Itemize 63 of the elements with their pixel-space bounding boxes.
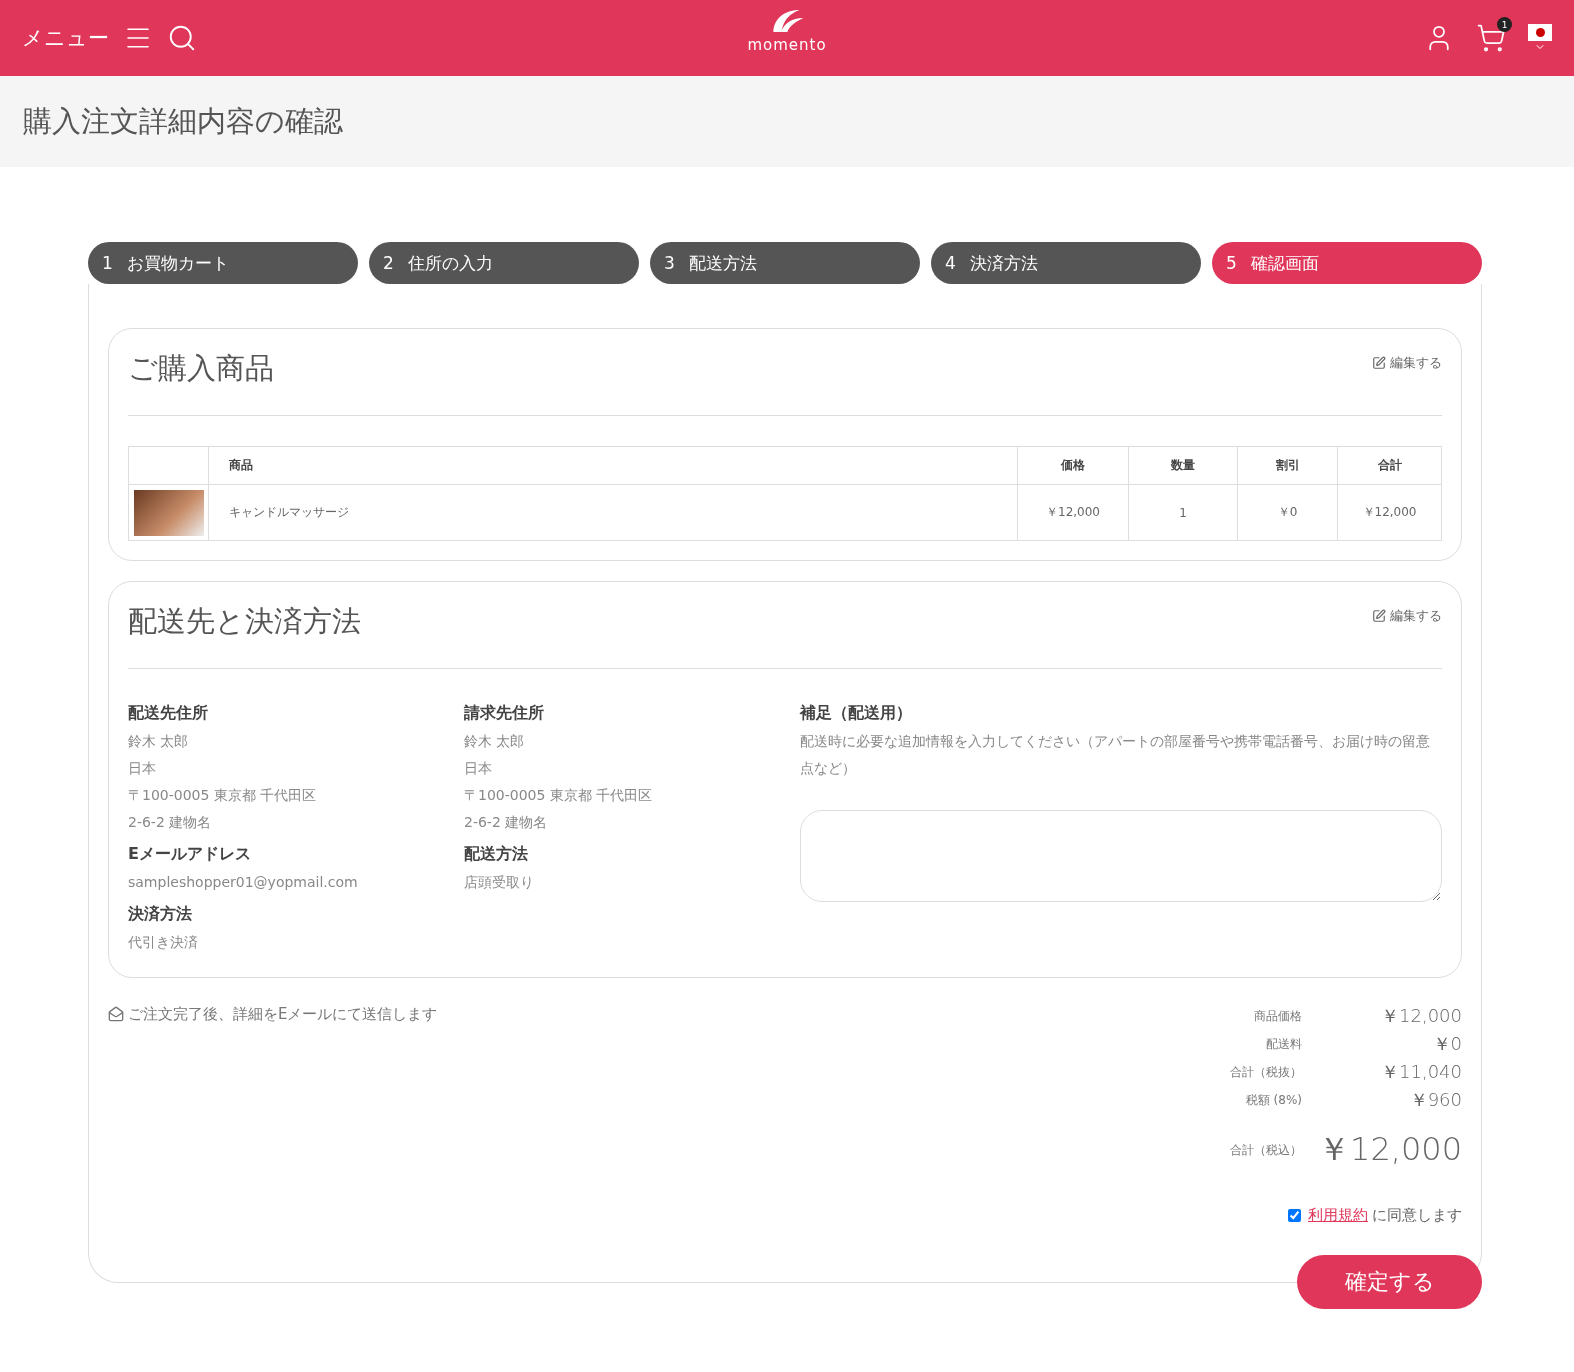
checkout-step[interactable]: 4 決済方法 bbox=[931, 242, 1201, 284]
info-text: 〒100-0005 東京都 千代田区 bbox=[464, 786, 654, 805]
info-heading: Eメールアドレス bbox=[128, 844, 252, 865]
total-label: 合計（税抜） bbox=[1230, 1063, 1302, 1081]
edit-link[interactable]: 編集する bbox=[1372, 354, 1442, 372]
terms-text: に同意します bbox=[1372, 1206, 1462, 1225]
total-value: ￥0 bbox=[1432, 1032, 1462, 1056]
info-text: 日本 bbox=[464, 759, 493, 778]
section-title: ご購入商品 bbox=[128, 350, 274, 387]
section-title: 配送先と決済方法 bbox=[128, 603, 361, 640]
total-value: ￥11,040 bbox=[1381, 1060, 1462, 1084]
checkout-step[interactable]: 2 住所の入力 bbox=[369, 242, 639, 284]
logo-text[interactable]: momento bbox=[747, 36, 827, 54]
edit-link[interactable]: 編集する bbox=[1372, 607, 1442, 625]
menu-label[interactable]: メニュー bbox=[22, 24, 109, 52]
page-title: 購入注文詳細内容の確認 bbox=[23, 102, 343, 140]
checkout-step[interactable]: 3 配送方法 bbox=[650, 242, 920, 284]
info-text: 鈴木 太郎 bbox=[464, 732, 526, 751]
table-header: 合計 bbox=[1337, 446, 1442, 485]
envelope-icon bbox=[108, 1006, 124, 1022]
checkout-step[interactable]: 5 確認画面 bbox=[1212, 242, 1482, 284]
terms-link[interactable]: 利用規約 bbox=[1308, 1206, 1368, 1225]
note-input-field[interactable] bbox=[800, 810, 1442, 902]
table-header: 価格 bbox=[1017, 446, 1129, 485]
table-header: 商品 bbox=[208, 446, 1018, 485]
table-cell: ￥0 bbox=[1237, 484, 1338, 541]
checkout-step[interactable]: 1 お買物カート bbox=[88, 242, 358, 284]
table-cell: 1 bbox=[1128, 484, 1238, 541]
table-header: 数量 bbox=[1128, 446, 1238, 485]
info-text: 2-6-2 建物名 bbox=[464, 813, 549, 832]
table-cell: ￥12,000 bbox=[1337, 484, 1442, 541]
total-label: 合計（税込） bbox=[1230, 1141, 1302, 1159]
note-description: 配送時に必要な追加情報を入力してください（アパートの部屋番号や携帯電話番号、お届け時の留意点など） bbox=[800, 732, 1431, 778]
info-heading: 配送先住所 bbox=[128, 703, 209, 724]
info-text: 代引き決済 bbox=[128, 933, 199, 952]
table-header: 割引 bbox=[1237, 446, 1338, 485]
cart-count-badge: 1 bbox=[1497, 17, 1512, 32]
terms-checkbox[interactable] bbox=[1288, 1209, 1301, 1222]
total-label: 配送料 bbox=[1266, 1035, 1302, 1053]
table-cell: ￥12,000 bbox=[1017, 484, 1129, 541]
total-label: 税額 (8%) bbox=[1245, 1091, 1302, 1109]
edit-icon bbox=[1372, 609, 1386, 623]
info-text: 日本 bbox=[128, 759, 157, 778]
email-notice-text: ご注文完了後、詳細をEメールにて送信します bbox=[128, 1004, 438, 1024]
photo-placeholder bbox=[133, 489, 204, 536]
info-text: 店頭受取り bbox=[464, 873, 535, 892]
confirm-button[interactable]: 確定する bbox=[1297, 1255, 1482, 1309]
info-text: 〒100-0005 東京都 千代田区 bbox=[128, 786, 318, 805]
search-icon[interactable] bbox=[167, 23, 197, 53]
total-value: ￥960 bbox=[1409, 1088, 1462, 1112]
info-text: sampleshopper01@yopmail.com bbox=[128, 873, 359, 892]
edit-icon bbox=[1372, 356, 1386, 370]
info-heading: 決済方法 bbox=[128, 904, 193, 925]
cart-icon[interactable] bbox=[1476, 23, 1506, 53]
grand-total: ￥12,000 bbox=[1318, 1129, 1462, 1170]
info-heading: 配送方法 bbox=[464, 844, 529, 865]
total-label: 商品価格 bbox=[1254, 1007, 1302, 1025]
info-text: 2-6-2 建物名 bbox=[128, 813, 213, 832]
note-heading: 補足（配送用） bbox=[800, 703, 913, 724]
info-heading: 請求先住所 bbox=[464, 703, 545, 724]
table-cell: キャンドルマッサージ bbox=[208, 484, 1018, 541]
info-text: 鈴木 太郎 bbox=[128, 732, 190, 751]
total-value: ￥12,000 bbox=[1381, 1004, 1462, 1028]
